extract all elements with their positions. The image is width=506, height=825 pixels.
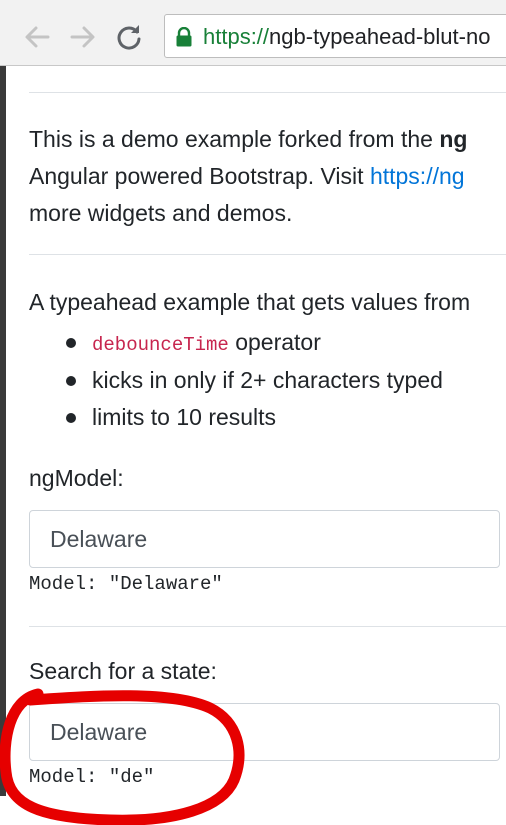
window-edge bbox=[0, 66, 6, 796]
list-item-text: operator bbox=[228, 329, 321, 355]
reload-button[interactable] bbox=[114, 20, 144, 54]
search-label: Search for a state: bbox=[29, 658, 217, 684]
lock-icon bbox=[175, 26, 193, 52]
search-model-output: Model: "de" bbox=[29, 766, 155, 788]
intro-bold: ng bbox=[439, 126, 468, 152]
reload-icon bbox=[114, 20, 144, 54]
intro-line-1: This is a demo example forked from the n… bbox=[29, 121, 467, 158]
bullet-icon bbox=[66, 338, 76, 348]
intro-line-3: more widgets and demos. bbox=[29, 195, 292, 232]
list-item-text: limits to 10 results bbox=[92, 404, 277, 430]
divider bbox=[29, 254, 506, 255]
intro-text-3: more widgets and demos. bbox=[29, 200, 293, 226]
arrow-left-icon bbox=[22, 20, 52, 54]
ngmodel-model-output: Model: "Delaware" bbox=[29, 573, 223, 595]
divider bbox=[29, 92, 506, 93]
bullet-icon bbox=[66, 376, 76, 386]
list-item: debounceTime operator bbox=[66, 327, 321, 360]
forward-button[interactable] bbox=[68, 20, 98, 54]
address-bar[interactable]: https://ngb-typeahead-blut-no bbox=[164, 14, 506, 58]
description-intro: A typeahead example that gets values fro… bbox=[29, 289, 471, 315]
arrow-right-icon bbox=[68, 20, 98, 54]
intro-text-1: This is a demo example forked from the bbox=[29, 126, 440, 152]
list-item: limits to 10 results bbox=[66, 402, 277, 432]
project-link[interactable]: https://ng bbox=[370, 163, 465, 189]
list-item: kicks in only if 2+ characters typed bbox=[66, 365, 443, 395]
back-button[interactable] bbox=[22, 20, 52, 54]
ngmodel-label: ngModel: bbox=[29, 465, 124, 491]
browser-toolbar: https://ngb-typeahead-blut-no bbox=[0, 0, 506, 66]
list-item-text: kicks in only if 2+ characters typed bbox=[92, 367, 443, 393]
intro-line-2: Angular powered Bootstrap. Visit https:/… bbox=[29, 158, 465, 195]
url-text: https://ngb-typeahead-blut-no bbox=[203, 24, 490, 50]
url-scheme: https:// bbox=[203, 24, 270, 49]
url-host: ngb-typeahead-blut-no bbox=[269, 24, 491, 49]
bullet-icon bbox=[66, 413, 76, 423]
state-search-input[interactable] bbox=[29, 703, 500, 761]
divider bbox=[29, 626, 506, 627]
operator-code: debounceTime bbox=[92, 334, 229, 356]
ngmodel-input[interactable] bbox=[29, 510, 500, 568]
intro-text-2: Angular powered Bootstrap. Visit bbox=[29, 163, 370, 189]
